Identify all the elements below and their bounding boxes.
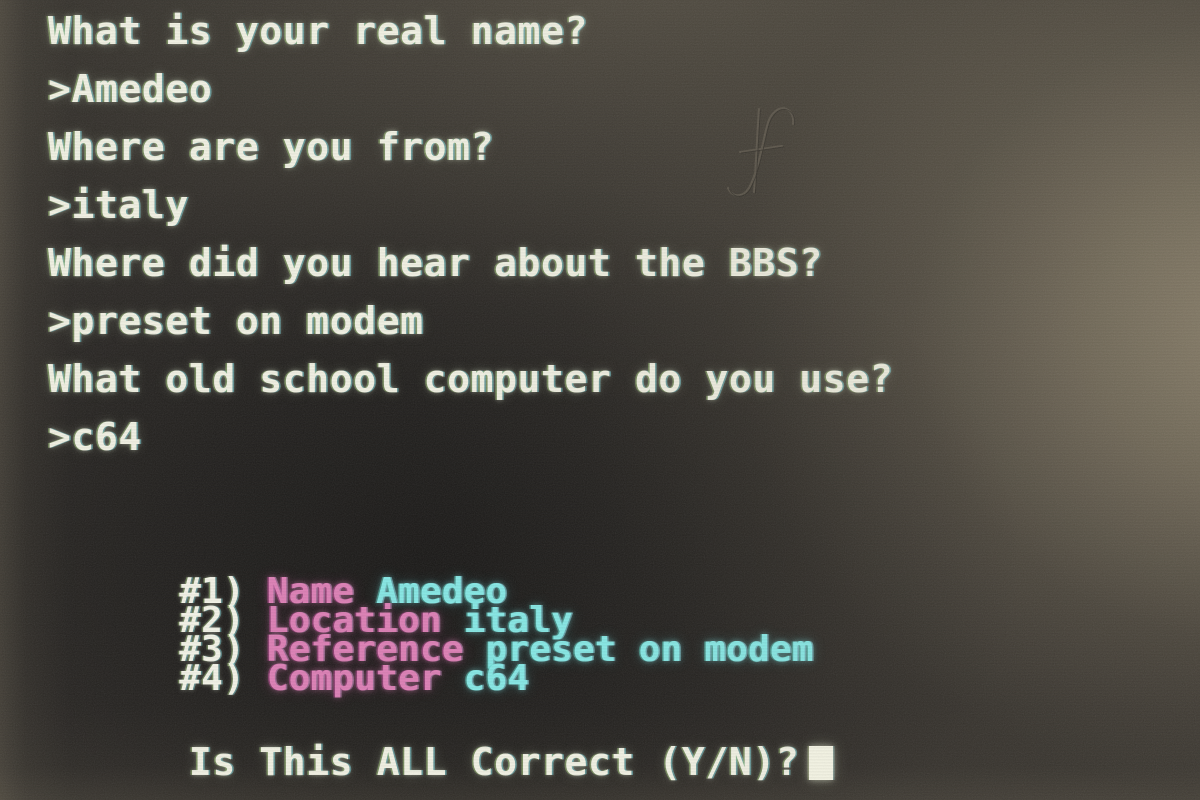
terminal-line-input-location: >italy — [48, 183, 189, 227]
confirm-prompt-line: Is This ALL Correct (Y/N)? — [48, 705, 834, 800]
summary-value: preset on modem — [485, 629, 814, 670]
terminal-line-prompt-name: What is your real name? — [48, 9, 588, 53]
terminal-line-input-name: >Amedeo — [48, 67, 213, 111]
summary-value: c64 — [463, 658, 530, 699]
confirm-question-text: Is This ALL Correct (Y/N)? — [188, 740, 800, 784]
terminal-line-prompt-computer: What old school computer do you use? — [48, 357, 894, 401]
summary-label: Computer — [266, 658, 442, 699]
text-cursor[interactable] — [809, 746, 834, 780]
terminal-text-area: What is your real name? >Amedeo Where ar… — [0, 0, 1200, 800]
terminal-line-prompt-reference: Where did you hear about the BBS? — [48, 241, 823, 285]
terminal-line-input-computer: >c64 — [48, 415, 142, 459]
terminal-line-input-reference: >preset on modem — [48, 299, 424, 343]
crt-screen-photo: What is your real name? >Amedeo Where ar… — [0, 0, 1200, 800]
terminal-line-prompt-location: Where are you from? — [48, 125, 495, 169]
summary-index: #4) — [179, 658, 245, 699]
